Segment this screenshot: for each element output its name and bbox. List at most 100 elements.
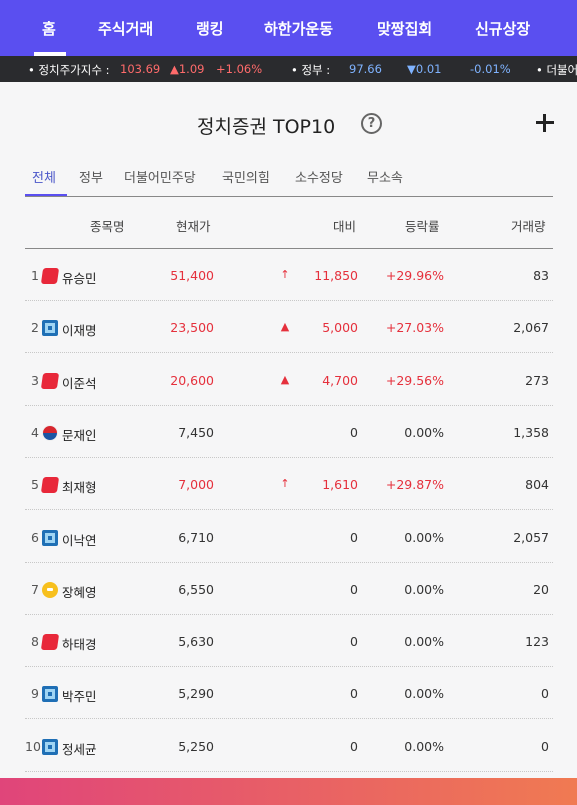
row-change: 1,610	[322, 477, 358, 493]
row-rank: 4	[31, 424, 39, 440]
table-row[interactable]: 10 정세균 5,250 0 0.00% 0	[25, 720, 553, 772]
ticker-pct-politics-index: +1.06%	[216, 62, 263, 76]
nav-stock-trading[interactable]: 주식거래	[98, 18, 153, 39]
table-row[interactable]: 5 최재형 7,000 ↑ 1,610 +29.87% 804	[25, 458, 553, 511]
help-icon[interactable]: ?	[361, 113, 382, 134]
nav-face-off-rally[interactable]: 맞짱집회	[377, 18, 432, 39]
row-price: 7,450	[178, 424, 214, 440]
taeguk-icon	[42, 424, 58, 441]
table-row[interactable]: 7 장혜영 6,550 0 0.00% 20	[25, 563, 553, 615]
row-rank: 1	[31, 268, 39, 283]
row-change: 0	[350, 529, 358, 545]
row-change: 4,700	[322, 372, 358, 388]
row-price: 6,710	[178, 529, 214, 545]
row-volume: 83	[533, 268, 549, 283]
row-pct: 0.00%	[404, 686, 444, 702]
ticker-change-politics-index: ▲1.09	[170, 62, 205, 76]
row-change: 0	[350, 738, 358, 754]
tab-minor-parties[interactable]: 소수정당	[295, 167, 343, 186]
row-arrow-icon: ▲	[280, 372, 290, 386]
header-name[interactable]: 종목명	[90, 216, 125, 235]
row-rank: 8	[31, 634, 39, 650]
row-price: 5,630	[178, 634, 214, 650]
row-pct: 0.00%	[404, 738, 444, 754]
table-row[interactable]: 9 박주민 5,290 0 0.00% 0	[25, 667, 553, 720]
blue-party-icon	[42, 686, 58, 703]
row-volume: 2,067	[513, 320, 549, 336]
row-rank: 9	[31, 686, 39, 702]
table-row[interactable]: 2 이재명 23,500 ▲ 5,000 +27.03% 2,067	[25, 301, 553, 354]
row-volume: 2,057	[513, 529, 549, 545]
nav-new-listings[interactable]: 신규상장	[475, 18, 530, 39]
row-name[interactable]: 장혜영	[62, 582, 97, 601]
row-volume: 1,358	[513, 424, 549, 440]
red-party-icon	[40, 477, 60, 494]
row-pct: +29.96%	[385, 268, 444, 283]
row-rank: 10	[25, 738, 41, 754]
ticker-label-democratic: • 더불어	[536, 63, 577, 77]
row-price: 6,550	[178, 581, 214, 597]
row-volume: 804	[525, 477, 549, 493]
blue-party-icon	[42, 738, 58, 755]
header-pct[interactable]: 등락률	[405, 216, 440, 235]
row-change: 0	[350, 686, 358, 702]
row-pct: +27.03%	[385, 320, 444, 336]
row-pct: 0.00%	[404, 424, 444, 440]
row-name[interactable]: 하태경	[62, 634, 97, 653]
blue-party-icon	[42, 529, 58, 546]
row-name[interactable]: 이준석	[62, 373, 97, 392]
row-name[interactable]: 유승민	[62, 268, 97, 287]
row-volume: 123	[525, 634, 549, 650]
table-row[interactable]: 1 유승민 51,400 ↑ 11,850 +29.96% 83	[25, 249, 553, 301]
row-change: 0	[350, 581, 358, 597]
row-price: 23,500	[170, 320, 214, 336]
row-arrow-icon: ▲	[280, 320, 290, 334]
row-price: 5,290	[178, 686, 214, 702]
ticker-value-politics-index: 103.69	[120, 62, 161, 76]
top-navigation: 홈 주식거래 랭킹 하한가운동 맞짱집회 신규상장	[0, 0, 577, 56]
tab-people-power-party[interactable]: 국민의힘	[222, 167, 270, 186]
nav-limit-down-campaign[interactable]: 하한가운동	[264, 18, 333, 39]
row-volume: 20	[533, 581, 549, 597]
tab-divider	[25, 196, 553, 197]
tab-democratic-party[interactable]: 더불어민주당	[124, 167, 196, 186]
bottom-banner[interactable]	[0, 778, 577, 805]
row-rank: 3	[31, 372, 39, 388]
header-volume[interactable]: 거래량	[511, 216, 546, 235]
row-name[interactable]: 최재형	[62, 477, 97, 496]
row-name[interactable]: 이재명	[62, 320, 97, 339]
row-price: 7,000	[178, 477, 214, 493]
red-party-icon	[40, 268, 60, 284]
row-rank: 5	[31, 477, 39, 493]
tab-all[interactable]: 전체	[32, 167, 56, 186]
row-price: 51,400	[170, 268, 214, 283]
ticker-label-government: • 정부 :	[291, 63, 331, 77]
row-change: 0	[350, 424, 358, 440]
table-row[interactable]: 6 이낙연 6,710 0 0.00% 2,057	[25, 511, 553, 563]
row-name[interactable]: 정세균	[62, 739, 97, 758]
row-name[interactable]: 박주민	[62, 686, 97, 705]
add-icon[interactable]	[535, 113, 555, 133]
page-title: 정치증권 TOP10	[197, 116, 336, 138]
row-rank: 2	[31, 320, 39, 336]
index-ticker: • 정치주가지수 : 103.69 ▲1.09 +1.06% • 정부 : 97…	[0, 56, 577, 82]
table-row[interactable]: 4 문재인 7,450 0 0.00% 1,358	[25, 406, 553, 458]
ticker-pct-government: -0.01%	[470, 62, 511, 76]
row-change: 11,850	[314, 268, 358, 283]
row-name[interactable]: 이낙연	[62, 530, 97, 549]
yellow-party-icon	[42, 581, 58, 598]
row-change: 5,000	[322, 320, 358, 336]
header-change[interactable]: 대비	[333, 216, 356, 235]
row-change: 0	[350, 634, 358, 650]
table-row[interactable]: 8 하태경 5,630 0 0.00% 123	[25, 615, 553, 668]
row-name[interactable]: 문재인	[62, 425, 97, 444]
tab-independent[interactable]: 무소속	[367, 167, 403, 186]
red-party-icon	[40, 372, 60, 389]
nav-ranking[interactable]: 랭킹	[196, 18, 224, 39]
row-rank: 7	[31, 581, 39, 597]
table-row[interactable]: 3 이준석 20,600 ▲ 4,700 +29.56% 273	[25, 354, 553, 406]
header-price[interactable]: 현재가	[176, 216, 211, 235]
tab-government[interactable]: 정부	[79, 167, 103, 186]
nav-home[interactable]: 홈	[42, 18, 56, 39]
ticker-value-government: 97.66	[349, 62, 382, 76]
